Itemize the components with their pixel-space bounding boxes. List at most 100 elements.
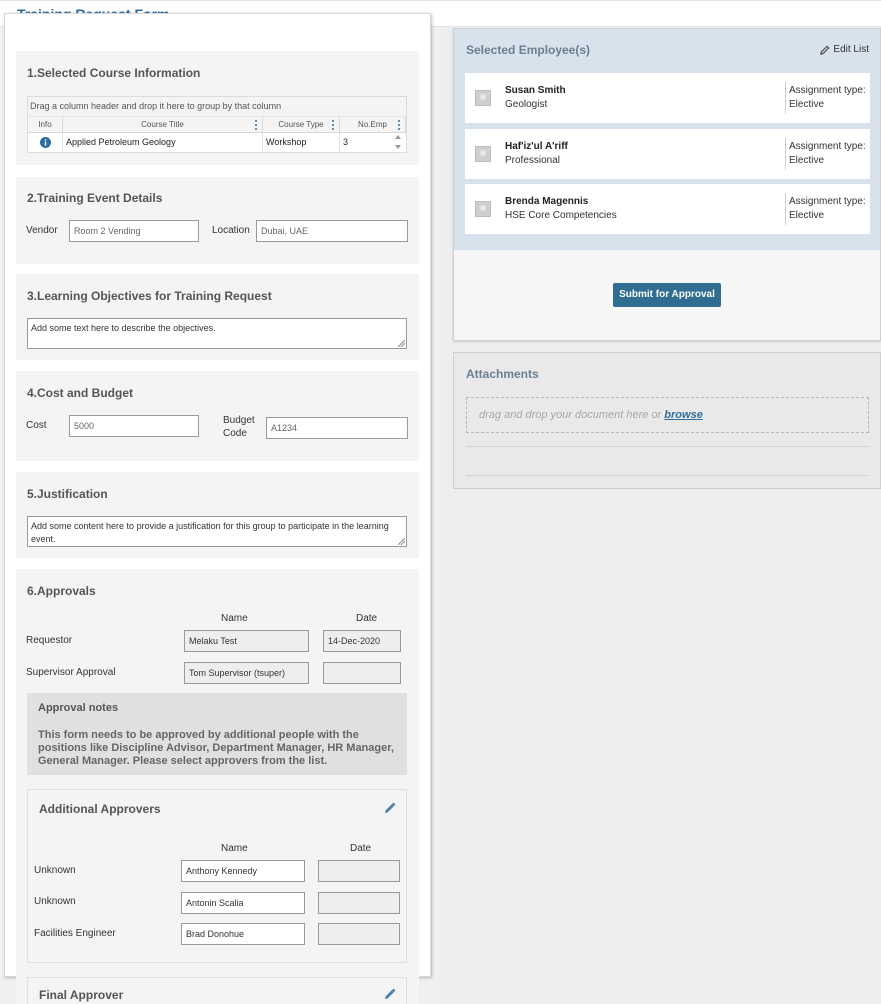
pencil-icon <box>820 45 830 55</box>
scroll-arrow-icon[interactable] <box>394 134 402 150</box>
assignment-type-label: Assignment type: <box>789 141 866 152</box>
section-title: 5.Justification <box>27 487 108 501</box>
section-title: 2.Training Event Details <box>27 191 163 205</box>
table-row-info-cell[interactable] <box>28 133 63 152</box>
justification-textarea[interactable]: Add some content here to provide a justi… <box>27 516 407 547</box>
assignment-type-value: Elective <box>789 155 825 166</box>
additional-approvers-title: Additional Approvers <box>39 802 161 816</box>
employee-role: Professional <box>505 155 561 166</box>
avatar-icon <box>475 90 491 106</box>
cost-label: Cost <box>26 420 47 431</box>
assignment-type-label: Assignment type: <box>789 196 866 207</box>
section-title: 4.Cost and Budget <box>27 386 134 400</box>
final-approver-box: Final Approver <box>27 977 407 1004</box>
section-title: 1.Selected Course Information <box>27 66 201 80</box>
column-header-course-type[interactable]: Course Type <box>263 117 340 133</box>
objectives-textarea[interactable]: Add some text here to describe the objec… <box>27 318 407 349</box>
final-approver-title: Final Approver <box>39 988 124 1002</box>
resize-grip-icon[interactable] <box>398 538 405 545</box>
kebab-menu-icon[interactable] <box>398 120 401 130</box>
divider <box>466 475 869 476</box>
course-grid: Drag a column header and drop it here to… <box>27 96 407 153</box>
pencil-icon[interactable] <box>384 988 396 1000</box>
additional-approvers-box: Additional Approvers Name Date Unknown A… <box>27 789 407 963</box>
approval-notes: Approval notes This form needs to be app… <box>27 693 407 775</box>
edit-list-label: Edit List <box>833 44 869 55</box>
location-label: Location <box>212 225 250 236</box>
date-column-header: Date <box>356 613 378 624</box>
column-header-course-title[interactable]: Course Title <box>63 117 263 133</box>
employee-card[interactable]: Haf'iz'ul A'riff Professional Assignment… <box>465 129 870 179</box>
column-header-label: Course Type <box>278 120 324 129</box>
section-justification: 5.Justification Add some content here to… <box>16 472 419 558</box>
supervisor-date-field <box>323 662 401 684</box>
location-input[interactable]: Dubai, UAE <box>256 220 408 242</box>
employees-title: Selected Employee(s) <box>466 43 591 57</box>
objectives-text: Add some text here to describe the objec… <box>31 323 216 333</box>
requestor-date-field: 14-Dec-2020 <box>323 630 401 652</box>
vendor-label: Vendor <box>26 225 58 236</box>
budget-code-input[interactable]: A1234 <box>266 417 408 439</box>
column-header-no-emp[interactable]: No.Emp <box>340 117 406 133</box>
employee-card[interactable]: Brenda Magennis HSE Core Competencies As… <box>465 184 870 234</box>
supervisor-label: Supervisor Approval <box>26 667 116 678</box>
assignment-type-value: Elective <box>789 99 825 110</box>
approver-position-label: Unknown <box>34 896 76 907</box>
employee-role: HSE Core Competencies <box>505 210 617 221</box>
column-header-info[interactable]: Info <box>28 117 63 133</box>
justification-text: Add some content here to provide a justi… <box>31 521 389 544</box>
cost-input[interactable]: 5000 <box>69 415 199 437</box>
resize-grip-icon[interactable] <box>398 340 405 347</box>
employee-name: Susan Smith <box>505 85 566 96</box>
approver-date-field <box>318 892 400 914</box>
column-header-label: Course Title <box>141 120 184 129</box>
approver-date-field <box>318 923 400 945</box>
selected-employees-panel: Selected Employee(s) Edit List Susan Smi… <box>453 28 881 341</box>
table-cell-course-title[interactable]: Applied Petroleum Geology <box>63 133 263 152</box>
name-column-header: Name <box>221 843 248 854</box>
pencil-icon[interactable] <box>384 802 396 814</box>
attachments-panel: Attachments drag and drop your document … <box>453 352 881 489</box>
divider <box>785 138 786 170</box>
submit-for-approval-button[interactable]: Submit for Approval <box>613 283 721 307</box>
edit-list-link[interactable]: Edit List <box>820 44 869 55</box>
table-cell-no-emp[interactable]: 3 <box>340 133 392 152</box>
avatar-icon <box>475 146 491 162</box>
attachments-title: Attachments <box>466 367 539 381</box>
file-drop-zone[interactable]: drag and drop your document here or brow… <box>466 397 869 433</box>
group-by-area[interactable]: Drag a column header and drop it here to… <box>28 97 406 117</box>
approver-position-label: Facilities Engineer <box>34 928 116 939</box>
employee-name: Brenda Magennis <box>505 196 589 207</box>
approver-name-field[interactable]: Antonin Scalia <box>181 892 305 914</box>
drop-zone-text: drag and drop your document here or <box>479 409 662 421</box>
divider <box>785 193 786 225</box>
approval-notes-title: Approval notes <box>38 702 119 714</box>
name-column-header: Name <box>221 613 248 624</box>
section-title: 6.Approvals <box>27 584 96 598</box>
info-icon[interactable] <box>40 137 51 148</box>
browse-link[interactable]: browse <box>664 409 703 421</box>
budget-code-label-2: Code <box>223 428 247 439</box>
assignment-type-value: Elective <box>789 210 825 221</box>
approver-name-field[interactable]: Brad Donohue <box>181 923 305 945</box>
employee-card[interactable]: Susan Smith Geologist Assignment type: E… <box>465 73 870 123</box>
approver-date-field <box>318 860 400 882</box>
column-header-label: No.Emp <box>358 120 387 129</box>
vendor-input[interactable]: Room 2 Vending <box>69 220 199 242</box>
employee-role: Geologist <box>505 99 548 110</box>
divider <box>466 446 869 447</box>
section-title: 3.Learning Objectives for Training Reque… <box>27 289 272 303</box>
section-learning-objectives: 3.Learning Objectives for Training Reque… <box>16 274 419 360</box>
table-cell-course-type[interactable]: Workshop <box>263 133 340 152</box>
assignment-type-label: Assignment type: <box>789 85 866 96</box>
date-column-header: Date <box>350 843 372 854</box>
budget-code-label-1: Budget <box>223 415 255 426</box>
section-cost-budget: 4.Cost and Budget Cost 5000 Budget Code … <box>16 371 419 461</box>
section-approvals: 6.Approvals Name Date Requestor Melaku T… <box>16 569 419 1004</box>
approver-name-field[interactable]: Anthony Kennedy <box>181 860 305 882</box>
requestor-label: Requestor <box>26 635 73 646</box>
supervisor-name-field: Tom Supervisor (tsuper) <box>184 662 309 684</box>
section-event-details: 2.Training Event Details Vendor Room 2 V… <box>16 177 419 264</box>
kebab-menu-icon[interactable] <box>332 120 335 130</box>
kebab-menu-icon[interactable] <box>255 120 258 130</box>
